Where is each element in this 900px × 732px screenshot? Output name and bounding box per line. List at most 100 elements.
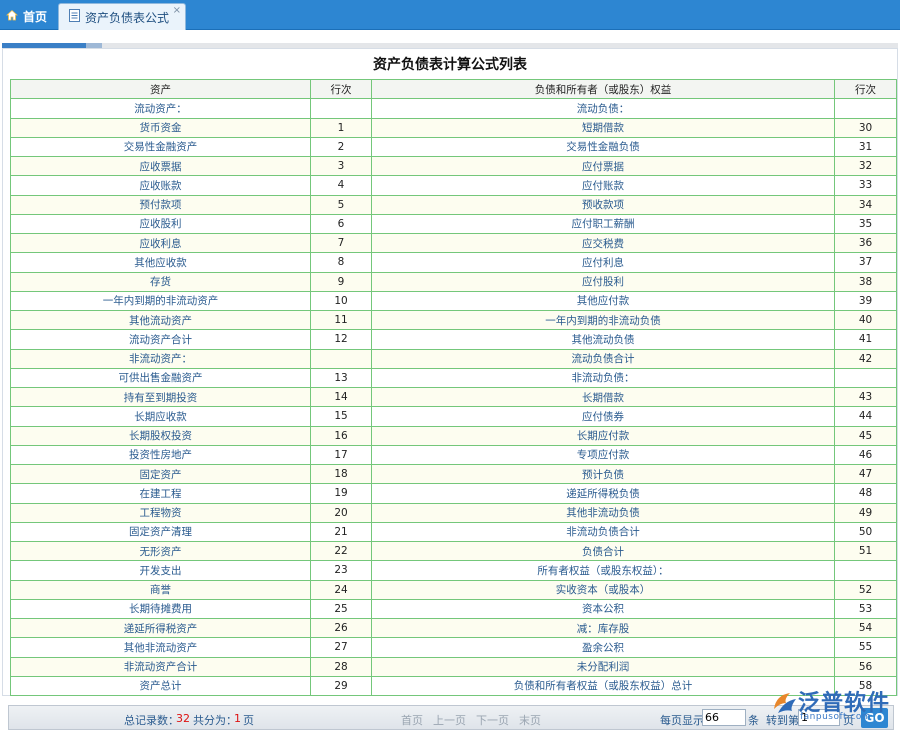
header-line-no: 行次 <box>310 78 372 100</box>
asset-cell: 工程物资 <box>10 502 311 523</box>
liability-cell: 预收款项 <box>371 194 835 215</box>
asset-cell: 其他非流动资产 <box>10 637 311 658</box>
table-row: 流动资产： 流动负债： <box>10 98 897 119</box>
home-icon <box>5 9 19 24</box>
asset-cell: 长期股权投资 <box>10 425 311 446</box>
table-row: 其他应收款 8 应付利息 37 <box>10 252 897 273</box>
liability-line-no-cell: 42 <box>834 348 897 369</box>
asset-cell: 商誉 <box>10 579 311 600</box>
tab-balance-sheet-formula[interactable]: 资产负债表公式 × <box>58 3 186 30</box>
asset-line-no-cell: 27 <box>310 637 372 658</box>
liability-line-no-cell: 43 <box>834 386 897 408</box>
tab-home[interactable]: 首页 <box>2 3 54 30</box>
asset-cell: 无形资产 <box>10 540 311 562</box>
asset-cell: 一年内到期的非流动资产 <box>10 290 311 312</box>
liability-line-no-cell: 37 <box>834 252 897 273</box>
asset-cell: 应收票据 <box>10 155 311 177</box>
liability-cell: 长期借款 <box>371 386 835 408</box>
tab-home-label: 首页 <box>23 10 48 24</box>
liability-line-no-cell: 35 <box>834 213 897 235</box>
liability-line-no-cell <box>834 560 897 581</box>
table-row: 商誉 24 实收资本（或股本） 52 <box>10 579 897 600</box>
liability-cell: 实收资本（或股本） <box>371 579 835 600</box>
total-pages-unit: 页 <box>243 714 254 727</box>
per-page-unit: 条 <box>748 714 759 727</box>
liability-line-no-cell: 55 <box>834 637 897 658</box>
table-row: 长期应收款 15 应付债券 44 <box>10 406 897 427</box>
liability-line-no-cell: 52 <box>834 579 897 600</box>
tab-active-label: 资产负债表公式 <box>85 10 170 25</box>
asset-cell: 货币资金 <box>10 117 311 138</box>
asset-line-no-cell: 12 <box>310 329 372 350</box>
liability-line-no-cell: 53 <box>834 598 897 620</box>
liability-line-no-cell: 30 <box>834 117 897 138</box>
document-icon <box>69 9 80 25</box>
table-row: 固定资产 18 预计负债 47 <box>10 463 897 485</box>
liability-cell: 应付票据 <box>371 155 835 177</box>
per-page-input[interactable] <box>702 709 746 726</box>
asset-cell: 长期应收款 <box>10 406 311 427</box>
table-row: 长期待摊费用 25 资本公积 53 <box>10 598 897 620</box>
asset-line-no-cell: 4 <box>310 175 372 196</box>
liability-cell: 流动负债： <box>371 98 835 119</box>
last-page-link[interactable]: 末页 <box>519 712 541 728</box>
asset-cell: 应收利息 <box>10 232 311 254</box>
table-row: 流动资产合计 12 其他流动负债 41 <box>10 329 897 350</box>
liability-line-no-cell: 32 <box>834 155 897 177</box>
asset-line-no-cell: 15 <box>310 406 372 427</box>
prev-page-link[interactable]: 上一页 <box>433 712 466 728</box>
table-row: 其他流动资产 11 一年内到期的非流动负债 40 <box>10 309 897 331</box>
asset-line-no-cell: 16 <box>310 425 372 446</box>
asset-cell: 非流动资产合计 <box>10 656 311 677</box>
table-row: 投资性房地产 17 专项应付款 46 <box>10 444 897 466</box>
liability-cell: 减：库存股 <box>371 617 835 639</box>
asset-cell: 存货 <box>10 271 311 292</box>
asset-cell: 开发支出 <box>10 560 311 581</box>
liability-cell: 非流动负债合计 <box>371 521 835 543</box>
asset-line-no-cell: 13 <box>310 367 372 389</box>
table-row: 可供出售金融资产 13 非流动负债： <box>10 367 897 389</box>
table-row: 长期股权投资 16 长期应付款 45 <box>10 425 897 446</box>
page-title: 资产负债表计算公式列表 <box>373 57 527 73</box>
table-row: 预付款项 5 预收款项 34 <box>10 194 897 215</box>
liability-line-no-cell: 45 <box>834 425 897 446</box>
liability-cell: 盈余公积 <box>371 637 835 658</box>
liability-cell: 其他应付款 <box>371 290 835 312</box>
asset-line-no-cell: 23 <box>310 560 372 581</box>
asset-line-no-cell: 14 <box>310 386 372 408</box>
first-page-link[interactable]: 首页 <box>401 712 423 728</box>
liability-line-no-cell: 38 <box>834 271 897 292</box>
liability-line-no-cell: 49 <box>834 502 897 523</box>
asset-cell: 长期待摊费用 <box>10 598 311 620</box>
liability-line-no-cell <box>834 98 897 119</box>
liability-cell: 应付职工薪酬 <box>371 213 835 235</box>
liability-line-no-cell: 56 <box>834 656 897 677</box>
liability-line-no-cell: 48 <box>834 483 897 504</box>
tab-bar: 首页 资产负债表公式 × <box>0 0 900 30</box>
asset-line-no-cell: 22 <box>310 540 372 562</box>
next-page-link[interactable]: 下一页 <box>476 712 509 728</box>
liability-line-no-cell: 47 <box>834 463 897 485</box>
liability-cell: 负债合计 <box>371 540 835 562</box>
asset-line-no-cell: 24 <box>310 579 372 600</box>
liability-cell: 未分配利润 <box>371 656 835 677</box>
asset-line-no-cell: 25 <box>310 598 372 620</box>
total-records-label: 总记录数： <box>124 714 179 727</box>
asset-cell: 交易性金融资产 <box>10 136 311 158</box>
asset-line-no-cell: 10 <box>310 290 372 312</box>
table-row: 无形资产 22 负债合计 51 <box>10 540 897 562</box>
liability-line-no-cell: 54 <box>834 617 897 639</box>
table-row: 非流动资产： 流动负债合计 42 <box>10 348 897 369</box>
asset-line-no-cell: 21 <box>310 521 372 543</box>
liability-line-no-cell: 50 <box>834 521 897 543</box>
table-row: 资产总计 29 负债和所有者权益（或股东权益）总计 58 <box>10 675 897 697</box>
close-icon[interactable]: × <box>173 5 181 16</box>
asset-cell: 可供出售金融资产 <box>10 367 311 389</box>
asset-cell: 在建工程 <box>10 483 311 504</box>
table-row: 其他非流动资产 27 盈余公积 55 <box>10 637 897 658</box>
liability-cell: 其他流动负债 <box>371 329 835 350</box>
table-row: 开发支出 23 所有者权益（或股东权益）： <box>10 560 897 581</box>
table-row: 存货 9 应付股利 38 <box>10 271 897 292</box>
liability-cell: 交易性金融负债 <box>371 136 835 158</box>
liability-line-no-cell: 36 <box>834 232 897 254</box>
